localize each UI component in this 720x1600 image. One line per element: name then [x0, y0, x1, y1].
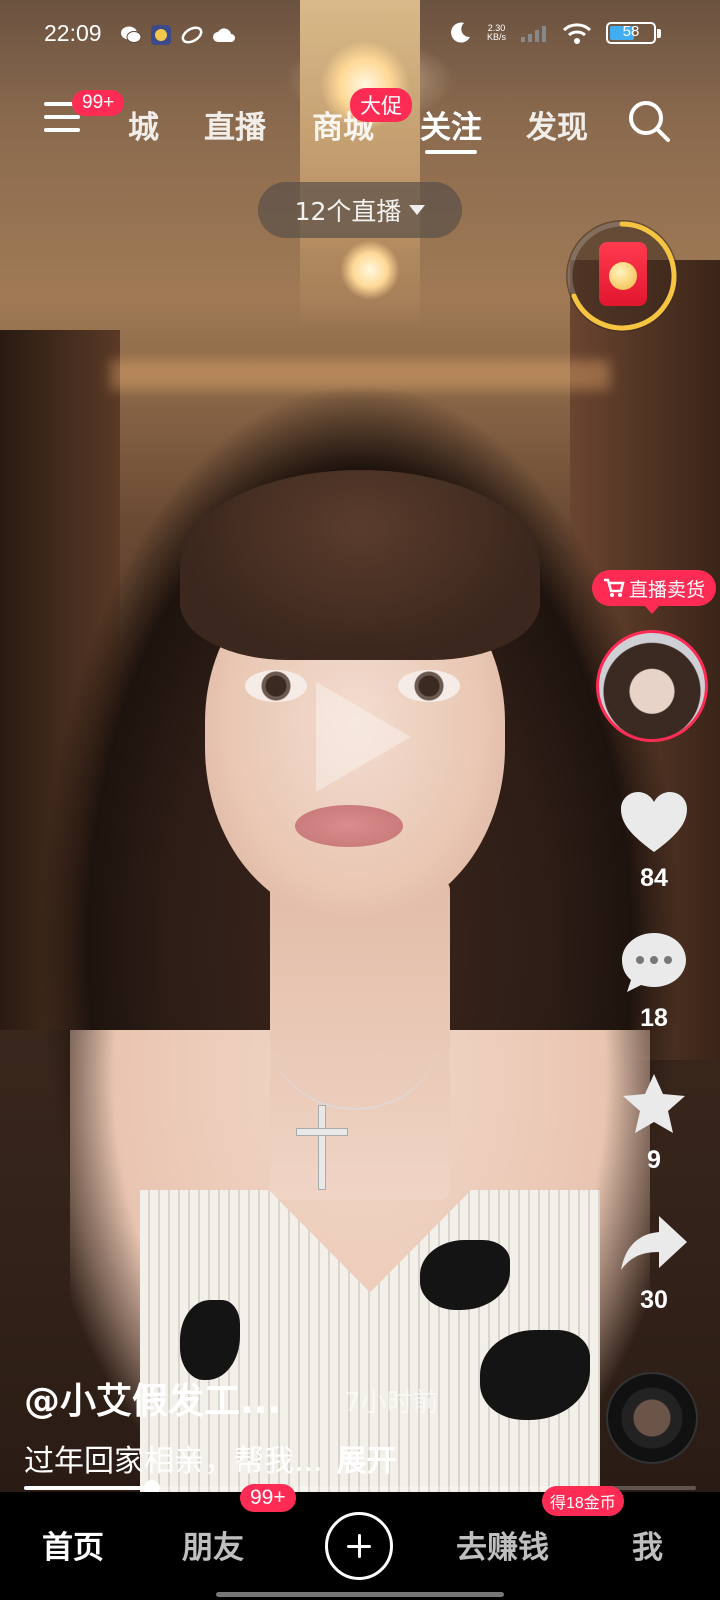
ticket-icon — [181, 26, 203, 44]
share-count: 30 — [640, 1286, 668, 1314]
top-nav: 99+ 城 直播 商城 大促 关注 发现 — [0, 88, 720, 160]
caption-text: 过年回家相亲，帮我... 展开 — [24, 1436, 397, 1480]
game-icon — [151, 25, 171, 45]
cart-icon — [603, 578, 625, 597]
video-progress-fill — [24, 1486, 152, 1490]
favorite-button[interactable]: 9 — [614, 1072, 694, 1175]
home-indicator[interactable] — [216, 1592, 504, 1597]
share-icon — [621, 1216, 687, 1270]
wechat-icon — [121, 26, 142, 43]
tab-discover[interactable]: 发现 — [526, 102, 588, 147]
battery-indicator: 58 — [606, 22, 661, 44]
bangs — [180, 470, 540, 660]
battery-label: 58 — [622, 23, 640, 40]
live-count-pill[interactable]: 12个直播 — [258, 182, 462, 238]
play-icon[interactable] — [316, 682, 411, 792]
cross-pendant — [318, 1105, 326, 1190]
plus-icon[interactable] — [325, 1512, 393, 1580]
mall-promo-badge: 大促 — [350, 88, 412, 122]
ceiling-lamp — [340, 240, 400, 300]
net-speed: 2.30 KB/s — [487, 24, 506, 42]
tab-mall-short[interactable]: 城 — [128, 102, 159, 147]
like-button[interactable]: 84 — [614, 790, 694, 893]
necklace — [270, 960, 440, 1110]
favorite-count: 9 — [647, 1146, 661, 1174]
bottom-nav: 首页 朋友 99+ 去赚钱 得18金币 我 — [0, 1484, 720, 1600]
comment-icon — [622, 933, 686, 992]
caption-body: 过年回家相亲，帮我... — [24, 1444, 323, 1479]
comment-count: 18 — [640, 1004, 668, 1032]
live-selling-tag[interactable]: 直播卖货 — [592, 570, 716, 614]
caret-down-icon — [409, 205, 426, 215]
tab-following[interactable]: 关注 — [420, 102, 482, 147]
tab-live[interactable]: 直播 — [204, 102, 266, 147]
caption-time: 7小时前 — [344, 1388, 439, 1418]
menu-badge: 99+ — [72, 90, 125, 116]
heart-icon — [621, 792, 687, 852]
eye-left — [245, 670, 307, 702]
like-count: 84 — [640, 864, 668, 892]
nav-friends[interactable]: 朋友 — [182, 1522, 244, 1567]
share-button[interactable]: 30 — [614, 1212, 694, 1315]
star-icon — [623, 1074, 685, 1133]
nav-me[interactable]: 我 — [632, 1522, 663, 1567]
earn-badge: 得18金币 — [542, 1486, 624, 1516]
status-right: 2.30 KB/s 58 — [447, 20, 661, 46]
cloud-icon — [213, 28, 235, 42]
live-selling-label: 直播卖货 — [628, 578, 705, 601]
net-speed-unit: KB/s — [486, 32, 506, 42]
cross-pendant-bar — [296, 1128, 348, 1136]
battery-tip — [657, 29, 661, 38]
active-tab-underline — [425, 150, 477, 154]
friends-badge: 99+ — [240, 1484, 296, 1512]
status-app-icons — [120, 24, 236, 46]
moon-icon — [451, 22, 470, 43]
red-packet-button[interactable] — [566, 220, 678, 332]
author-avatar[interactable] — [596, 630, 708, 742]
music-disc-icon[interactable] — [606, 1372, 698, 1464]
status-time: 22:09 — [44, 20, 102, 46]
caption-username[interactable]: @小艾假发工... — [24, 1372, 281, 1424]
search-icon[interactable] — [626, 98, 672, 144]
status-bar: 22:09 2.30 KB/s 58 — [0, 0, 720, 72]
comment-button[interactable]: 18 — [614, 930, 694, 1033]
live-count-label: 12个直播 — [294, 197, 402, 226]
coin-icon — [609, 262, 637, 290]
nav-earn[interactable]: 去赚钱 — [456, 1522, 549, 1567]
lips — [295, 805, 403, 847]
nav-home[interactable]: 首页 — [42, 1522, 104, 1567]
expand-button[interactable]: 展开 — [337, 1444, 397, 1479]
wifi-icon — [562, 23, 592, 44]
signal-icon — [521, 26, 546, 42]
